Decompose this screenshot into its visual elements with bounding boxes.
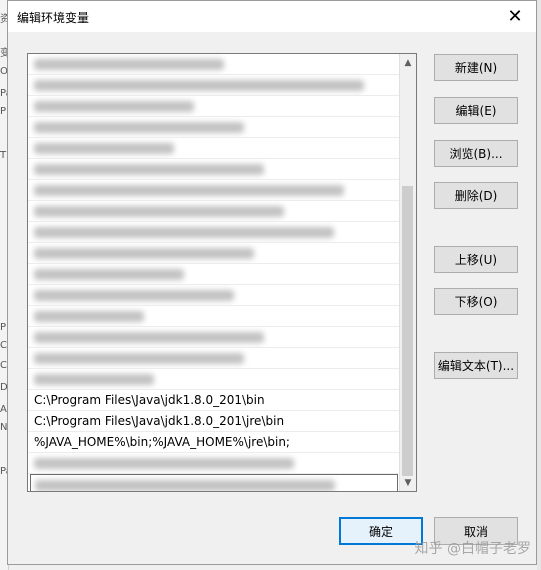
list-item[interactable] bbox=[28, 369, 400, 390]
browse-button[interactable]: 浏览(B)... bbox=[434, 140, 518, 167]
list-item[interactable] bbox=[28, 327, 400, 348]
scroll-down-arrow-icon[interactable]: ▼ bbox=[400, 474, 416, 491]
redacted-path-text bbox=[34, 290, 234, 301]
scrollbar-thumb[interactable] bbox=[402, 186, 413, 476]
redacted-path-text bbox=[34, 59, 224, 70]
redacted-path-text bbox=[34, 353, 244, 364]
move-down-button[interactable]: 下移(O) bbox=[434, 288, 518, 315]
list-item[interactable] bbox=[28, 159, 400, 180]
new-button[interactable]: 新建(N) bbox=[434, 54, 518, 81]
title-bar: 编辑环境变量 ✕ bbox=[8, 1, 536, 32]
ok-button[interactable]: 确定 bbox=[339, 517, 423, 545]
list-item-text: C:\Program Files\Java\jdk1.8.0_201\jre\b… bbox=[34, 414, 285, 428]
redacted-path-text bbox=[34, 374, 154, 385]
redacted-path-text bbox=[34, 269, 184, 280]
background-text-fragment: P bbox=[0, 322, 7, 333]
redacted-path-text bbox=[34, 80, 364, 91]
list-item-text: C:\Program Files\Java\jdk1.8.0_201\bin bbox=[34, 393, 265, 407]
list-item[interactable] bbox=[28, 75, 400, 96]
list-item[interactable]: %JAVA_HOME%\bin;%JAVA_HOME%\jre\bin; bbox=[28, 432, 400, 453]
path-list[interactable]: C:\Program Files\Java\jdk1.8.0_201\bin C:… bbox=[27, 53, 417, 492]
redacted-path-text bbox=[35, 480, 335, 491]
redacted-path-text bbox=[34, 332, 264, 343]
redacted-path-text bbox=[34, 206, 284, 217]
vertical-scrollbar[interactable]: ▲ ▼ bbox=[399, 54, 416, 491]
edit-env-variable-dialog: 编辑环境变量 ✕ C:\Program Files\Java\jdk1.8.0_… bbox=[7, 0, 537, 565]
path-list-rows: C:\Program Files\Java\jdk1.8.0_201\bin C:… bbox=[28, 54, 400, 491]
redacted-path-text bbox=[34, 143, 174, 154]
redacted-path-text bbox=[34, 227, 334, 238]
list-item[interactable] bbox=[28, 243, 400, 264]
list-item[interactable] bbox=[30, 474, 398, 491]
delete-button[interactable]: 删除(D) bbox=[434, 182, 518, 209]
list-item[interactable] bbox=[28, 138, 400, 159]
list-item-text: %JAVA_HOME%\bin;%JAVA_HOME%\jre\bin; bbox=[34, 435, 290, 449]
list-item[interactable] bbox=[28, 180, 400, 201]
list-item[interactable] bbox=[28, 201, 400, 222]
background-window-right-edge bbox=[537, 0, 541, 570]
list-item[interactable]: C:\Program Files\Java\jdk1.8.0_201\bin bbox=[28, 390, 400, 411]
redacted-path-text bbox=[34, 185, 344, 196]
list-item[interactable] bbox=[28, 306, 400, 327]
list-item[interactable] bbox=[28, 117, 400, 138]
background-text-fragment: P bbox=[0, 106, 7, 117]
list-item[interactable] bbox=[28, 348, 400, 369]
redacted-path-text bbox=[34, 248, 254, 259]
watermark: 知乎 @白帽子老罗 bbox=[414, 541, 531, 557]
close-icon[interactable]: ✕ bbox=[494, 1, 536, 32]
list-item[interactable] bbox=[28, 453, 400, 474]
redacted-path-text bbox=[34, 122, 244, 133]
redacted-path-text bbox=[34, 164, 264, 175]
edit-button[interactable]: 编辑(E) bbox=[434, 97, 518, 124]
list-item[interactable] bbox=[28, 96, 400, 117]
scroll-up-arrow-icon[interactable]: ▲ bbox=[400, 54, 416, 71]
redacted-path-text bbox=[34, 458, 294, 469]
dialog-title: 编辑环境变量 bbox=[17, 11, 90, 25]
list-item[interactable] bbox=[28, 264, 400, 285]
list-item[interactable] bbox=[28, 222, 400, 243]
redacted-path-text bbox=[34, 101, 194, 112]
list-item[interactable]: C:\Program Files\Java\jdk1.8.0_201\jre\b… bbox=[28, 411, 400, 432]
redacted-path-text bbox=[34, 311, 144, 322]
list-item[interactable] bbox=[28, 285, 400, 306]
edit-text-button[interactable]: 编辑文本(T)... bbox=[434, 352, 518, 379]
move-up-button[interactable]: 上移(U) bbox=[434, 246, 518, 273]
background-text-fragment: A bbox=[0, 404, 7, 415]
list-item[interactable] bbox=[28, 54, 400, 75]
